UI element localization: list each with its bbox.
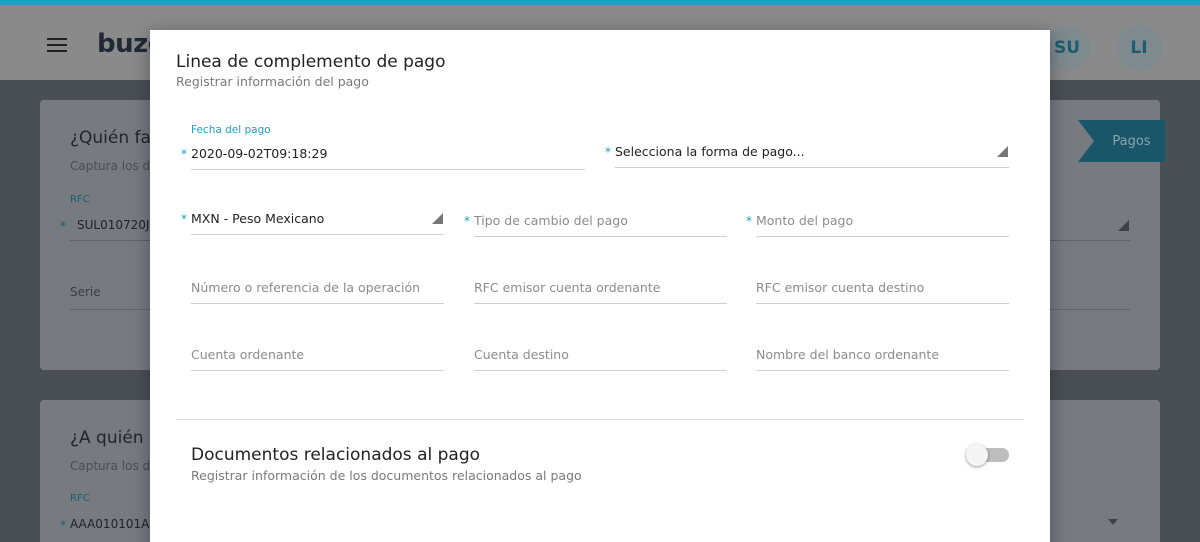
related-documents-title: Documentos relacionados al pago <box>191 445 481 465</box>
exchange-rate-placeholder: Tipo de cambio del pago <box>474 213 628 228</box>
dropdown-arrow-icon[interactable] <box>432 213 443 224</box>
receiver-rfc-value[interactable]: AAA010101AA <box>70 517 158 531</box>
origin-account-placeholder: Cuenta ordenante <box>191 347 305 362</box>
dropdown-arrow-icon[interactable] <box>1118 220 1129 231</box>
dropdown-arrow-icon[interactable] <box>997 146 1008 157</box>
divider <box>1050 309 1130 310</box>
required-marker: * <box>60 518 66 532</box>
required-marker: * <box>181 147 187 161</box>
related-documents-toggle[interactable] <box>966 444 1010 466</box>
payment-method-select[interactable]: * Selecciona la forma de pago... <box>605 140 1009 168</box>
origin-account-rfc-input[interactable]: RFC emisor cuenta ordenante <box>474 276 727 304</box>
payment-date-label: Fecha del pago <box>191 124 271 136</box>
avatar-su[interactable]: SU <box>1044 25 1090 71</box>
origin-bank-name-input[interactable]: Nombre del banco ordenante <box>756 343 1009 371</box>
amount-placeholder: Monto del pago <box>756 213 854 228</box>
operation-number-placeholder: Número o referencia de la operación <box>191 280 421 295</box>
currency-select[interactable]: * MXN - Peso Mexicano <box>181 207 444 235</box>
issuer-rfc-label: RFC <box>70 194 90 205</box>
origin-bank-name-placeholder: Nombre del banco ordenante <box>756 347 940 362</box>
issuer-rfc-value[interactable]: SUL010720J <box>77 218 149 232</box>
currency-value[interactable]: MXN - Peso Mexicano <box>191 211 324 226</box>
serie-placeholder[interactable]: Serie <box>70 285 101 299</box>
origin-account-input[interactable]: Cuenta ordenante <box>191 343 444 371</box>
receiver-rfc-label: RFC <box>70 493 90 504</box>
required-marker: * <box>464 214 470 228</box>
avatar-li[interactable]: LI <box>1116 25 1162 71</box>
section-divider <box>176 419 1024 420</box>
destination-account-rfc-placeholder: RFC emisor cuenta destino <box>756 280 925 295</box>
receiver-subtitle: Captura los da <box>70 459 158 473</box>
required-marker: * <box>605 145 611 159</box>
destination-account-placeholder: Cuenta destino <box>474 347 569 362</box>
dialog-subtitle: Registrar información del pago <box>176 74 369 89</box>
required-marker: * <box>60 219 66 233</box>
destination-account-input[interactable]: Cuenta destino <box>474 343 727 371</box>
payment-complement-dialog: Linea de complemento de pago Registrar i… <box>150 30 1050 542</box>
toggle-knob[interactable] <box>966 444 988 466</box>
dialog-title: Linea de complemento de pago <box>176 52 446 72</box>
origin-account-rfc-placeholder: RFC emisor cuenta ordenante <box>474 280 661 295</box>
destination-account-rfc-input[interactable]: RFC emisor cuenta destino <box>756 276 1009 304</box>
exchange-rate-input[interactable]: * Tipo de cambio del pago <box>464 209 727 237</box>
payment-date-value[interactable]: 2020-09-02T09:18:29 <box>191 146 327 161</box>
menu-icon[interactable] <box>47 38 67 52</box>
issuer-title: ¿Quién fac <box>70 128 161 148</box>
payment-method-placeholder[interactable]: Selecciona la forma de pago... <box>615 144 805 159</box>
required-marker: * <box>746 214 752 228</box>
required-marker: * <box>181 212 187 226</box>
operation-number-input[interactable]: Número o referencia de la operación <box>191 276 444 304</box>
payment-date-field[interactable]: Fecha del pago * 2020-09-02T09:18:29 <box>181 124 585 170</box>
related-documents-subtitle: Registrar información de los documentos … <box>191 468 582 483</box>
issuer-subtitle: Captura los da <box>70 159 158 173</box>
amount-input[interactable]: * Monto del pago <box>746 209 1009 237</box>
chevron-down-icon[interactable] <box>1108 519 1118 525</box>
divider <box>1050 240 1130 241</box>
